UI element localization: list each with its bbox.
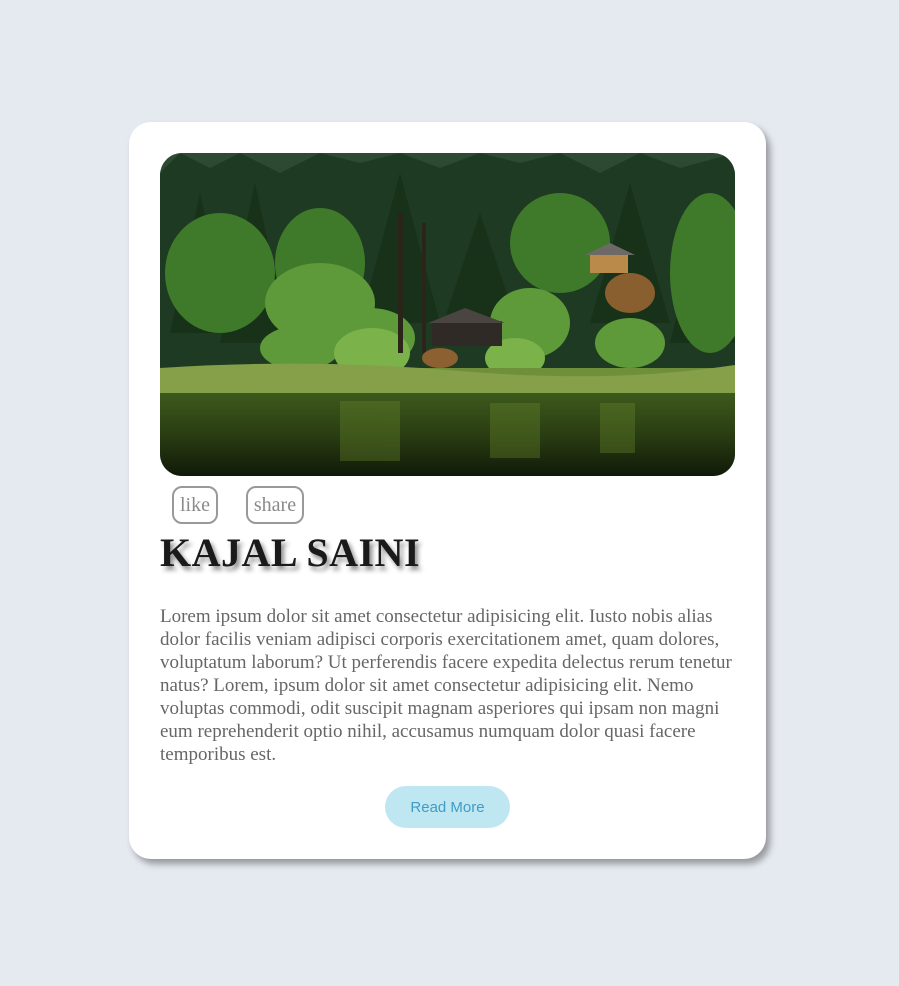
- like-button[interactable]: like: [172, 486, 218, 524]
- card-description: Lorem ipsum dolor sit amet consectetur a…: [160, 606, 732, 765]
- hero-image: [160, 153, 735, 476]
- profile-card: like share KAJAL SAINI Lorem ipsum dolor…: [129, 122, 766, 859]
- card-title: KAJAL SAINI: [160, 530, 421, 575]
- share-button[interactable]: share: [246, 486, 304, 524]
- read-more-button[interactable]: Read More: [385, 786, 510, 828]
